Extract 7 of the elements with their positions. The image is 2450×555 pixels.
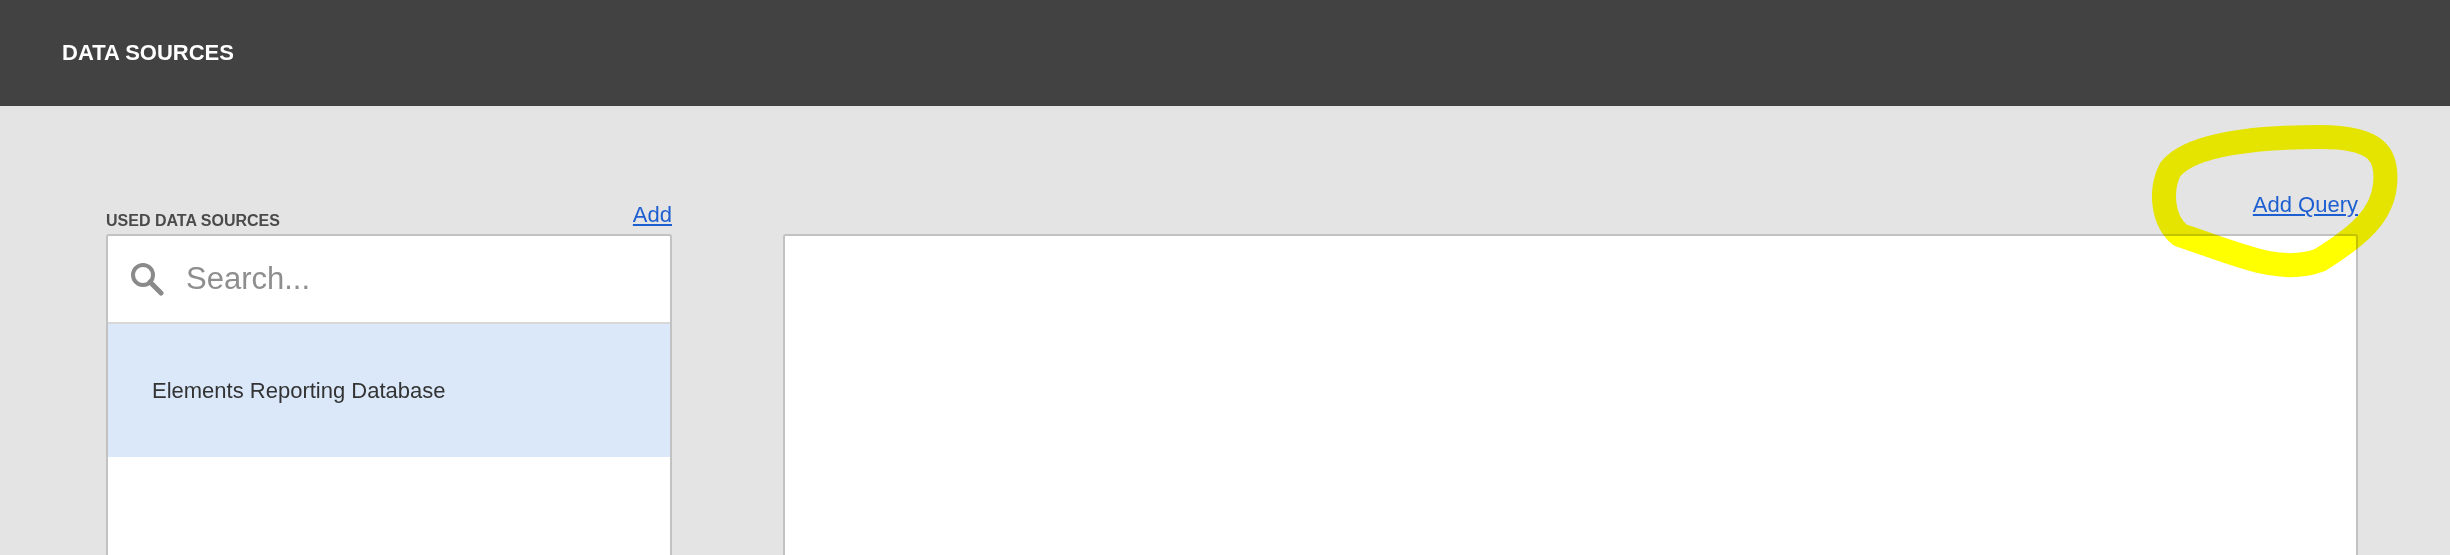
add-link[interactable]: Add: [632, 202, 672, 228]
section-label: USED DATA SOURCES: [106, 212, 280, 230]
data-source-item[interactable]: Elements Reporting Database: [108, 324, 670, 457]
page-title: DATA SOURCES: [62, 40, 234, 66]
search-field[interactable]: Search...: [184, 260, 588, 298]
add-query-link[interactable]: Add Query: [2252, 192, 2358, 218]
search-icon: [130, 262, 164, 296]
